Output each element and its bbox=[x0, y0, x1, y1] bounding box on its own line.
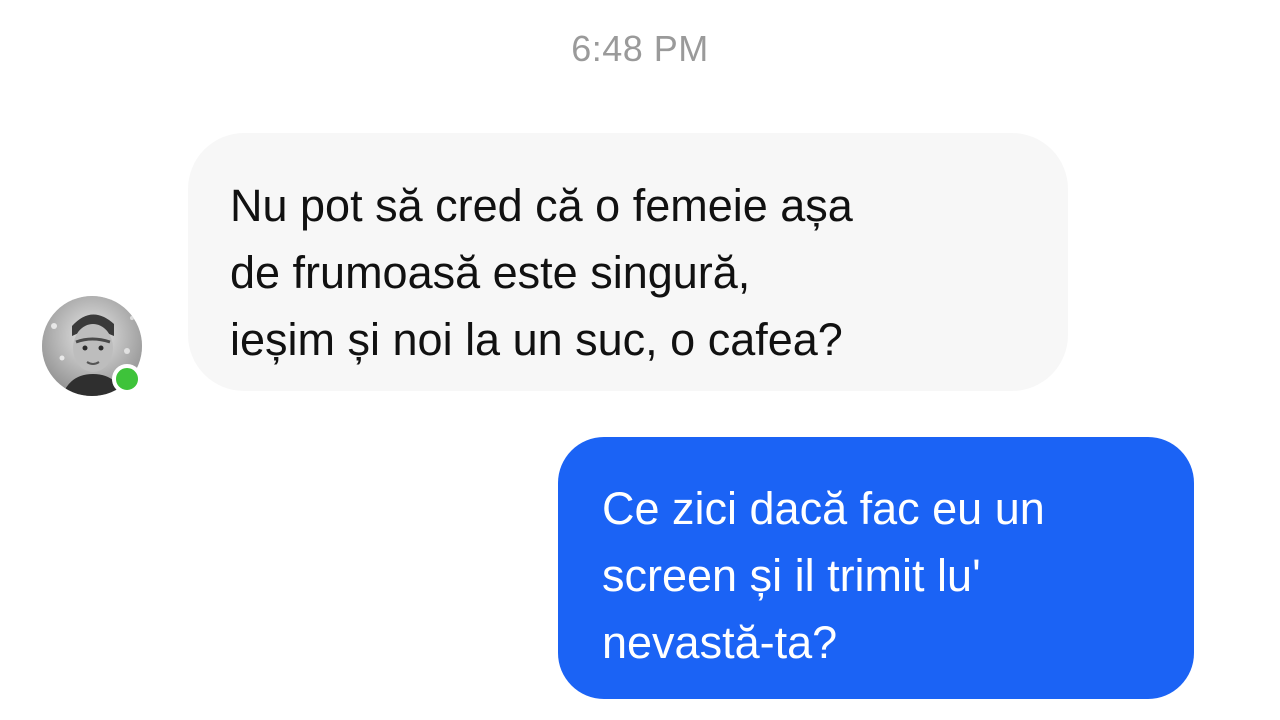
outgoing-message-bubble[interactable]: Ce zici dacă fac eu un screen și il trim… bbox=[558, 437, 1194, 699]
incoming-message-bubble[interactable]: Nu pot să cred că o femeie așa de frumoa… bbox=[188, 133, 1068, 391]
contact-avatar[interactable] bbox=[42, 296, 142, 396]
online-status-icon bbox=[112, 364, 142, 394]
chat-thread: 6:48 PM Nu pot să cred că o femeie așa d… bbox=[0, 0, 1280, 720]
message-timestamp: 6:48 PM bbox=[571, 28, 709, 69]
